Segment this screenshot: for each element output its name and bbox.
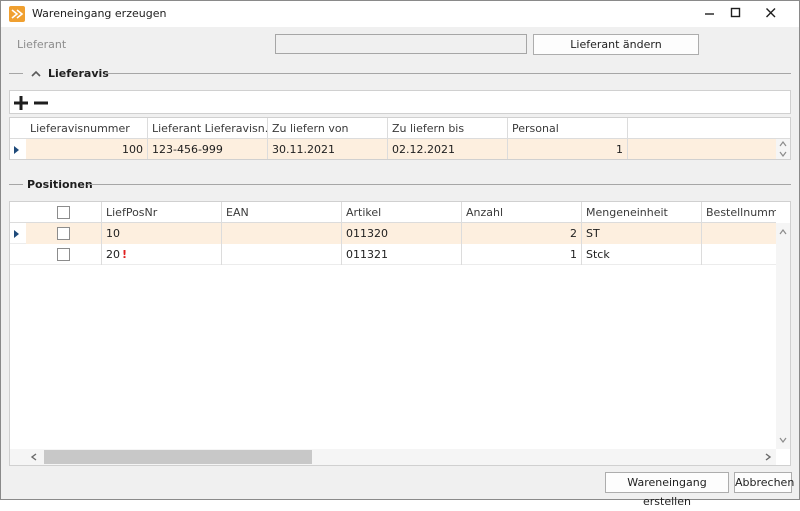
row-checkbox[interactable] xyxy=(57,227,70,240)
table-cell xyxy=(628,139,776,159)
table-cell[interactable]: ST xyxy=(582,223,702,244)
column-header[interactable]: Bestellnumme xyxy=(702,202,776,223)
column-header[interactable]: Mengeneinheit xyxy=(582,202,702,223)
column-header[interactable]: Anzahl xyxy=(462,202,582,223)
column-header[interactable]: Lieferant Lieferavisn... xyxy=(148,118,268,139)
maximize-button[interactable] xyxy=(719,1,753,25)
column-header[interactable]: Zu liefern bis xyxy=(388,118,508,139)
table-cell[interactable]: 1 xyxy=(462,244,582,265)
table-cell[interactable] xyxy=(26,223,102,244)
lieferavis-section-title: Lieferavis xyxy=(48,67,109,80)
column-header[interactable]: Personal xyxy=(508,118,628,139)
window-title: Wareneingang erzeugen xyxy=(32,7,167,20)
add-icon[interactable] xyxy=(12,94,30,112)
table-cell[interactable]: 2 xyxy=(462,223,582,244)
dialog-window: Wareneingang erzeugen Lieferant Lieferan… xyxy=(0,0,800,508)
lieferavis-grid: Lieferavisnummer Lieferant Lieferavisn..… xyxy=(9,117,791,160)
table-cell[interactable] xyxy=(222,244,342,265)
lieferavis-vertical-scrollbar[interactable] xyxy=(776,139,790,159)
column-header[interactable]: LiefPosNr xyxy=(102,202,222,223)
table-cell[interactable]: 100 xyxy=(26,139,148,159)
table-cell[interactable] xyxy=(222,223,342,244)
table-header: Lieferavisnummer Lieferant Lieferavisn..… xyxy=(10,118,790,139)
column-header-select[interactable] xyxy=(26,202,102,223)
positionen-horizontal-scrollbar[interactable] xyxy=(10,449,776,465)
cancel-button[interactable]: Abbrechen xyxy=(734,472,794,493)
create-goods-receipt-button[interactable]: Wareneingang erstellen xyxy=(605,472,729,508)
column-header[interactable]: EAN xyxy=(222,202,342,223)
table-cell[interactable] xyxy=(26,244,102,265)
remove-icon[interactable] xyxy=(32,94,50,112)
title-bar[interactable]: Wareneingang erzeugen xyxy=(1,1,799,27)
change-supplier-button[interactable]: Lieferant ändern xyxy=(533,34,699,55)
table-row[interactable]: 10 011320 2 ST xyxy=(10,223,776,244)
table-cell-value: 20 xyxy=(106,248,120,261)
section-divider xyxy=(9,73,23,74)
section-divider xyxy=(105,73,791,74)
row-indicator-icon xyxy=(10,139,26,159)
supplier-label: Lieferant xyxy=(17,38,67,51)
table-cell[interactable]: 02.12.2021 xyxy=(388,139,508,159)
positionen-grid: LiefPosNr EAN Artikel Anzahl Mengeneinhe… xyxy=(9,201,791,466)
row-checkbox[interactable] xyxy=(57,248,70,261)
table-cell[interactable] xyxy=(702,223,776,244)
table-cell[interactable]: Stck xyxy=(582,244,702,265)
table-cell[interactable]: 123-456-999 xyxy=(148,139,268,159)
app-icon xyxy=(9,6,25,22)
row-indicator-icon xyxy=(10,223,26,244)
section-divider xyxy=(9,184,23,185)
table-cell[interactable]: 10 xyxy=(102,223,222,244)
column-header[interactable]: Zu liefern von xyxy=(268,118,388,139)
select-all-checkbox[interactable] xyxy=(57,206,70,219)
table-cell[interactable] xyxy=(702,244,776,265)
lieferavis-toolbar xyxy=(9,90,791,114)
table-row[interactable]: 20! 011321 1 Stck xyxy=(10,244,776,265)
positionen-vertical-scrollbar[interactable] xyxy=(776,223,790,449)
section-divider xyxy=(87,184,791,185)
table-cell[interactable]: 1 xyxy=(508,139,628,159)
table-cell[interactable]: 30.11.2021 xyxy=(268,139,388,159)
positionen-section-title: Positionen xyxy=(27,178,93,191)
table-cell[interactable]: 011320 xyxy=(342,223,462,244)
horizontal-scroll-thumb[interactable] xyxy=(44,450,312,464)
table-cell[interactable]: 20! xyxy=(102,244,222,265)
supplier-field xyxy=(275,34,527,54)
table-cell[interactable]: 011321 xyxy=(342,244,462,265)
chevron-up-icon[interactable] xyxy=(31,68,41,81)
column-header[interactable]: Lieferavisnummer xyxy=(26,118,148,139)
table-row[interactable]: 100 123-456-999 30.11.2021 02.12.2021 1 xyxy=(10,139,776,159)
table-header: LiefPosNr EAN Artikel Anzahl Mengeneinhe… xyxy=(10,202,776,223)
close-button[interactable] xyxy=(754,1,788,25)
warning-icon: ! xyxy=(122,248,128,261)
column-header[interactable]: Artikel xyxy=(342,202,462,223)
